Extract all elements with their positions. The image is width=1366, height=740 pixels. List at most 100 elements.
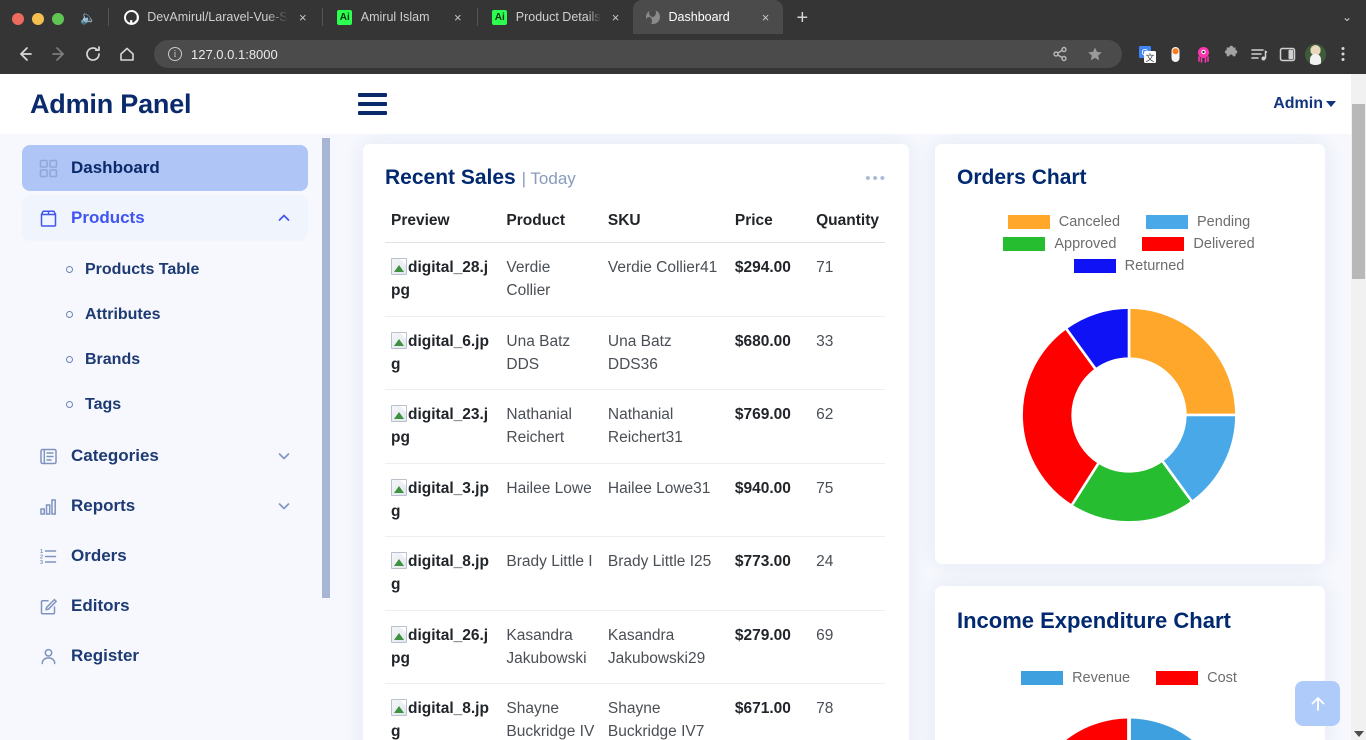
- profile-avatar[interactable]: [1302, 41, 1328, 67]
- legend-item-approved[interactable]: Approved: [1003, 236, 1116, 252]
- orders-chart-title: Orders Chart: [957, 166, 1087, 189]
- broken-image-icon: [391, 405, 407, 422]
- sidebar-item-label: Dashboard: [71, 158, 160, 177]
- browser-tab-github[interactable]: DevAmirul/Laravel-Vue-S ×: [111, 0, 320, 34]
- new-tab-button[interactable]: +: [783, 8, 823, 34]
- orders-chart-legend: Canceled Pending Approved Delivered Retu…: [957, 204, 1301, 274]
- donut-svg: [1020, 306, 1238, 524]
- tab-title: Amirul Islam: [360, 10, 430, 24]
- address-bar[interactable]: i 127.0.0.1:8000: [154, 40, 1122, 68]
- reading-list-icon[interactable]: [1246, 41, 1272, 67]
- minimize-window-button[interactable]: [32, 13, 44, 25]
- sidebar-item-dashboard[interactable]: Dashboard: [22, 145, 308, 191]
- browser-tab-dashboard[interactable]: Dashboard ×: [632, 0, 783, 34]
- sidebar-item-editors[interactable]: Editors: [22, 583, 308, 629]
- cell-sku: Hailee Lowe31: [601, 463, 729, 537]
- browser-tab-amirul-islam[interactable]: Ai Amirul Islam ×: [325, 0, 475, 34]
- sidebar-item-label: Reports: [71, 496, 136, 515]
- share-icon[interactable]: [1047, 41, 1073, 67]
- legend-label: Returned: [1124, 258, 1185, 274]
- browser-toolbar: i 127.0.0.1:8000 G文: [0, 34, 1366, 74]
- sidebar-item-tags[interactable]: Tags: [0, 382, 330, 427]
- home-button[interactable]: [112, 39, 142, 69]
- cell-product: Hailee Lowe: [500, 463, 602, 537]
- page-scrollbar[interactable]: [1351, 74, 1366, 740]
- sidebar-item-register[interactable]: Register: [22, 633, 308, 679]
- close-tab-button[interactable]: ×: [759, 10, 773, 25]
- donut-slice-canceled[interactable]: [1127, 306, 1238, 417]
- sidebar-item-products[interactable]: Products: [22, 195, 308, 241]
- close-tab-button[interactable]: ×: [451, 10, 465, 25]
- reload-button[interactable]: [78, 39, 108, 69]
- close-tab-button[interactable]: ×: [296, 10, 310, 25]
- legend-label: Approved: [1054, 236, 1117, 252]
- tab-title: Product Details: [515, 10, 601, 24]
- google-translate-icon[interactable]: G文: [1134, 41, 1160, 67]
- maximize-window-button[interactable]: [52, 13, 64, 25]
- octopus-extension-icon[interactable]: [1190, 41, 1216, 67]
- back-button[interactable]: [10, 39, 40, 69]
- sidebar-item-categories[interactable]: Categories: [22, 433, 308, 479]
- sidebar-item-label: Products: [71, 208, 145, 227]
- sidebar-item-orders[interactable]: 123 Orders: [22, 533, 308, 579]
- cell-price: $671.00: [728, 683, 811, 740]
- tab-divider: [108, 8, 110, 26]
- sidebar-item-brands[interactable]: Brands: [0, 337, 330, 382]
- cell-quantity: 24: [810, 536, 885, 611]
- cell-sku: Nathanial Reichert31: [601, 389, 729, 464]
- scrollbar-thumb[interactable]: [1352, 104, 1365, 279]
- legend-item-revenue[interactable]: Revenue: [1021, 670, 1130, 686]
- close-tab-button[interactable]: ×: [609, 10, 623, 25]
- sidebar-item-products-table[interactable]: Products Table: [0, 247, 330, 292]
- chevron-down-icon: [276, 448, 292, 464]
- sidebar-subitem-label: Products Table: [85, 260, 200, 278]
- legend-item-delivered[interactable]: Delivered: [1142, 236, 1255, 252]
- sidebar-item-label: Editors: [71, 596, 130, 615]
- side-panel-icon[interactable]: [1274, 41, 1300, 67]
- cell-quantity: 33: [810, 316, 885, 390]
- legend-label: Pending: [1197, 214, 1251, 230]
- extension-pill-icon[interactable]: [1162, 41, 1188, 67]
- sidebar-item-label: Categories: [71, 446, 159, 465]
- table-row: digital_28.jpg Verdie Collier Verdie Colli…: [385, 242, 885, 317]
- bookmark-star-icon[interactable]: [1082, 41, 1108, 67]
- browser-tab-product-details[interactable]: Ai Product Details ×: [480, 0, 633, 34]
- orders-donut-chart[interactable]: [957, 274, 1301, 546]
- window-controls[interactable]: [0, 13, 74, 34]
- legend-swatch: [1003, 237, 1046, 251]
- table-head: Preview Product SKU Price Quantity: [385, 204, 885, 243]
- sidebar-nav: Dashboard Products Products Table Attrib…: [0, 134, 330, 740]
- right-column: Orders Chart Canceled Pending Approved D…: [935, 144, 1325, 740]
- card-menu-button[interactable]: •••: [865, 170, 887, 187]
- cell-preview: digital_8.jpg: [385, 536, 501, 611]
- legend-label: Cost: [1207, 670, 1237, 686]
- cell-product: Nathanial Reichert: [500, 389, 602, 464]
- income-pie-chart[interactable]: [957, 686, 1301, 740]
- forward-button[interactable]: [44, 39, 74, 69]
- scroll-to-top-button[interactable]: [1295, 681, 1340, 726]
- cell-price: $680.00: [728, 316, 811, 390]
- income-chart-title: Income Expenditure Chart: [957, 608, 1231, 633]
- sidebar-scrollbar[interactable]: [322, 138, 330, 598]
- legend-item-canceled[interactable]: Canceled: [1007, 214, 1120, 230]
- close-window-button[interactable]: [12, 13, 24, 25]
- sidebar-item-reports[interactable]: Reports: [22, 483, 308, 529]
- sidebar-item-attributes[interactable]: Attributes: [0, 292, 330, 337]
- puzzle-extension-icon[interactable]: [1218, 41, 1244, 67]
- site-info-icon[interactable]: i: [168, 47, 182, 61]
- volume-icon[interactable]: 🔈: [74, 10, 106, 34]
- scroll-down-arrow-icon[interactable]: [1354, 731, 1364, 737]
- kebab-menu-icon[interactable]: [1330, 41, 1356, 67]
- tab-search-icon[interactable]: ⌄: [1342, 10, 1366, 34]
- tab-divider: [476, 8, 478, 26]
- cell-product: Brady Little I: [500, 536, 602, 611]
- legend-item-cost[interactable]: Cost: [1156, 670, 1237, 686]
- hamburger-icon[interactable]: [358, 93, 387, 115]
- legend-swatch: [1007, 215, 1050, 229]
- legend-item-pending[interactable]: Pending: [1146, 214, 1250, 230]
- bullet-icon: [66, 266, 73, 273]
- cell-sku: Brady Little I25: [601, 536, 729, 611]
- legend-item-returned[interactable]: Returned: [1073, 258, 1185, 274]
- legend-swatch: [1073, 259, 1116, 273]
- url-text: 127.0.0.1:8000: [191, 46, 278, 62]
